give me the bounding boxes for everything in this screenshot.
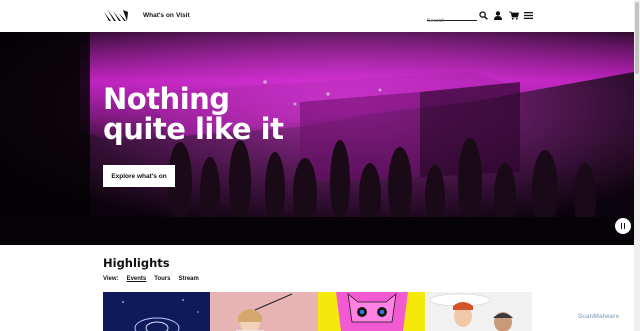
search-box	[427, 9, 477, 26]
nav-visit-link[interactable]: Visit	[176, 12, 190, 19]
pause-button[interactable]	[615, 218, 631, 234]
menu-icon[interactable]	[524, 12, 533, 19]
view-filter-tabs: View: Events Tours Stream	[103, 276, 199, 282]
search-input[interactable]	[427, 16, 475, 26]
explore-whats-on-button[interactable]: Explore what's on	[103, 165, 175, 187]
hero-background-image	[0, 32, 634, 245]
search-icon[interactable]	[479, 11, 488, 20]
highlight-card[interactable]	[317, 292, 425, 331]
tab-events[interactable]: Events	[127, 276, 147, 282]
hero-title: Nothing quite like it	[103, 82, 284, 146]
top-navigation-bar: What's on Visit	[0, 0, 634, 32]
scrollbar-thumb[interactable]	[635, 2, 639, 74]
cart-icon[interactable]	[509, 11, 519, 20]
highlights-carousel	[103, 292, 532, 331]
highlight-card-image	[103, 292, 211, 331]
tab-tours[interactable]: Tours	[154, 276, 170, 282]
account-icon[interactable]	[494, 11, 502, 20]
pause-icon	[620, 223, 623, 229]
highlights-heading: Highlights	[103, 256, 170, 270]
highlight-card[interactable]	[103, 292, 211, 331]
pause-icon	[623, 223, 626, 229]
highlight-card[interactable]	[210, 292, 318, 331]
opera-house-logo-icon[interactable]	[103, 8, 129, 22]
highlight-card-image	[424, 292, 532, 331]
watermark-text: ScanMalware	[578, 313, 620, 320]
tab-stream[interactable]: Stream	[178, 276, 198, 282]
highlight-card-image	[210, 292, 318, 331]
highlight-card-image	[317, 292, 425, 331]
view-label: View:	[103, 276, 119, 282]
page-scrollbar[interactable]	[634, 0, 640, 331]
nav-whats-on-link[interactable]: What's on	[143, 12, 174, 19]
hero-banner: Nothing quite like it Explore what's on	[0, 32, 634, 245]
highlight-card[interactable]	[424, 292, 532, 331]
